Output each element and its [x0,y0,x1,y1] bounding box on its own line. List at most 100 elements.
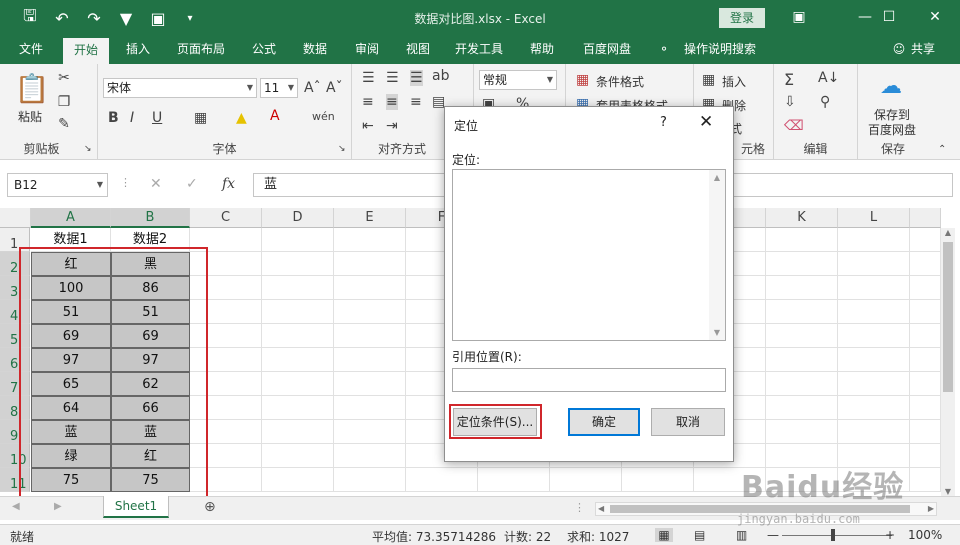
normal-view-icon[interactable]: ▦ [655,528,673,542]
empty-cell[interactable] [262,372,334,396]
align-middle-icon[interactable]: ☰ [386,70,399,86]
empty-cell[interactable] [262,300,334,324]
empty-cell[interactable] [838,348,910,372]
empty-cell[interactable] [334,348,406,372]
phonetic-icon[interactable]: wén [312,110,335,123]
empty-cell[interactable] [838,252,910,276]
list-scroll-down-icon[interactable]: ▼ [709,328,725,337]
sort-filter-icon[interactable]: A↓ [818,70,839,86]
empty-cell[interactable] [910,348,941,372]
empty-cell[interactable] [838,372,910,396]
dialog-close-icon[interactable]: ✕ [699,112,713,132]
increase-font-icon[interactable]: Aˆ [304,80,321,96]
empty-cell[interactable] [262,396,334,420]
empty-cell[interactable] [334,324,406,348]
cut-icon[interactable]: ✂ [56,70,72,86]
orientation-icon[interactable]: ab [432,68,449,84]
tab-view[interactable]: 视图 [397,36,439,64]
align-center-icon[interactable]: ≡ [386,94,398,110]
font-name-combo[interactable]: 宋体 ▼ [103,78,257,98]
empty-cell[interactable] [766,228,838,252]
sheet-next-icon[interactable]: ▶ [54,501,62,512]
clear-icon[interactable]: ⌫ [784,118,804,134]
bold-icon[interactable]: B [108,110,119,126]
tab-developer[interactable]: 开发工具 [448,36,510,64]
empty-cell[interactable] [910,228,941,252]
empty-cell[interactable] [910,372,941,396]
column-header[interactable]: K [766,208,838,228]
empty-cell[interactable] [766,300,838,324]
empty-cell[interactable] [262,444,334,468]
share-button[interactable]: 共享 [908,36,938,64]
font-color-icon[interactable]: A [270,108,280,124]
sheet-tab-sheet1[interactable]: Sheet1 [103,496,169,518]
close-icon[interactable]: ✕ [912,0,958,36]
empty-cell[interactable] [262,468,334,492]
add-sheet-icon[interactable]: ⊕ [204,499,216,515]
empty-cell[interactable] [478,468,550,492]
paste-icon[interactable]: 📋 [14,72,50,105]
reference-input[interactable] [452,368,726,392]
empty-cell[interactable] [766,324,838,348]
goto-list-scrollbar[interactable]: ▲ ▼ [709,170,725,340]
ok-button[interactable]: 确定 [568,408,640,436]
empty-cell[interactable] [334,252,406,276]
column-header[interactable]: E [334,208,406,228]
empty-cell[interactable] [334,276,406,300]
collapse-ribbon-icon[interactable]: ⌃ [938,144,946,155]
empty-cell[interactable] [334,300,406,324]
scroll-right-icon[interactable]: ▶ [928,504,934,513]
empty-cell[interactable] [766,276,838,300]
baidu-cloud-icon[interactable]: ☁ [880,74,902,99]
font-launcher-icon[interactable]: ↘ [338,144,346,154]
dialog-help-button[interactable]: ? [660,115,667,130]
empty-cell[interactable] [262,228,334,252]
clipboard-launcher-icon[interactable]: ↘ [84,144,92,154]
column-header[interactable]: B [111,208,190,228]
column-header-partial[interactable] [910,208,941,228]
cancel-entry-icon[interactable]: ✕ [150,176,162,192]
align-bottom-icon[interactable]: ☰ [410,70,423,86]
confirm-entry-icon[interactable]: ✓ [186,176,198,192]
sheet-prev-icon[interactable]: ◀ [12,501,20,512]
find-select-icon[interactable]: ⚲ [820,94,830,110]
tab-formulas[interactable]: 公式 [243,36,285,64]
empty-cell[interactable] [334,372,406,396]
empty-cell[interactable] [910,324,941,348]
empty-cell[interactable] [550,468,622,492]
border-icon[interactable]: ▦ [194,110,207,126]
empty-cell[interactable] [262,276,334,300]
conditional-format-icon[interactable]: ▦ [576,72,589,88]
empty-cell[interactable] [334,468,406,492]
empty-cell[interactable] [262,420,334,444]
empty-cell[interactable] [766,372,838,396]
insert-cells-button[interactable]: 插入 [722,73,746,90]
tab-data[interactable]: 数据 [294,36,336,64]
goto-list[interactable]: ▲ ▼ [452,169,726,341]
empty-cell[interactable] [406,468,478,492]
empty-cell[interactable] [334,228,406,252]
cancel-button[interactable]: 取消 [651,408,725,436]
save-label-line2[interactable]: 百度网盘 [868,121,916,138]
name-box[interactable]: B12 ▼ [7,173,108,197]
empty-cell[interactable] [838,228,910,252]
conditional-format-button[interactable]: 条件格式 [596,73,644,90]
scroll-up-icon[interactable]: ▲ [941,228,955,237]
number-format-combo[interactable]: 常规 ▼ [479,70,557,90]
tab-home[interactable]: 开始 [63,38,109,64]
tell-me-search[interactable]: 操作说明搜索 [678,36,762,64]
empty-cell[interactable] [766,348,838,372]
empty-cell[interactable] [910,276,941,300]
fill-icon[interactable]: ⇩ [784,94,796,110]
scroll-left-icon[interactable]: ◀ [598,504,604,513]
vertical-scroll-thumb[interactable] [943,242,953,392]
vertical-scrollbar[interactable]: ▲ ▼ [941,228,955,496]
empty-cell[interactable] [838,324,910,348]
decrease-indent-icon[interactable]: ⇤ [362,118,374,134]
page-layout-view-icon[interactable]: ▤ [694,528,705,542]
empty-cell[interactable] [766,420,838,444]
empty-cell[interactable] [766,396,838,420]
empty-cell[interactable] [838,396,910,420]
column-header[interactable]: A [31,208,111,228]
tab-baidu-netdisk[interactable]: 百度网盘 [574,36,640,64]
